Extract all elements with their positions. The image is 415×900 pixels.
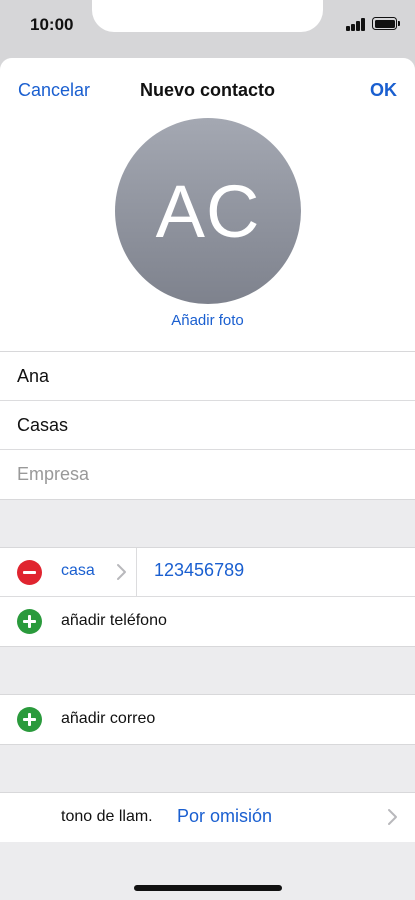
avatar-initials: AC: [155, 169, 261, 253]
avatar[interactable]: AC: [115, 118, 301, 304]
add-email-row[interactable]: añadir correo: [0, 695, 415, 744]
add-email-icon[interactable]: [17, 707, 42, 732]
add-phone-label[interactable]: añadir teléfono: [61, 612, 167, 630]
section-gap: [0, 499, 415, 548]
notch: [92, 0, 323, 32]
ringtone-section: tono de llam. Por omisión: [0, 793, 415, 842]
last-name-field[interactable]: Casas: [0, 401, 415, 450]
add-phone-icon[interactable]: [17, 609, 42, 634]
divider: [136, 548, 137, 597]
home-indicator[interactable]: [134, 885, 282, 891]
phone-label-selector[interactable]: casa: [61, 562, 95, 580]
ok-button[interactable]: OK: [370, 80, 397, 101]
first-name-field[interactable]: Ana: [0, 352, 415, 401]
cancel-button[interactable]: Cancelar: [18, 80, 90, 101]
company-placeholder: Empresa: [17, 464, 90, 484]
signal-icon: [346, 17, 366, 31]
status-time: 10:00: [30, 15, 74, 34]
add-phone-row[interactable]: añadir teléfono: [0, 597, 415, 646]
name-fields: Ana Casas Empresa: [0, 352, 415, 499]
add-photo-button[interactable]: Añadir foto: [0, 312, 415, 329]
chevron-right-icon: [388, 809, 397, 825]
last-name-value: Casas: [17, 414, 69, 435]
section-gap: [0, 744, 415, 793]
battery-icon: [372, 17, 400, 30]
phone-number-input[interactable]: 123456789: [154, 560, 244, 581]
ringtone-row[interactable]: tono de llam. Por omisión: [0, 793, 415, 842]
ringtone-value[interactable]: Por omisión: [177, 806, 272, 827]
phone-row: casa 123456789: [0, 548, 415, 597]
phone-section: casa 123456789 añadir teléfono: [0, 548, 415, 646]
section-gap: [0, 646, 415, 695]
company-field[interactable]: Empresa: [0, 450, 415, 499]
email-section: añadir correo: [0, 695, 415, 744]
add-email-label[interactable]: añadir correo: [61, 710, 155, 728]
ringtone-label: tono de llam.: [61, 808, 153, 825]
chevron-right-icon: [117, 564, 126, 580]
first-name-value: Ana: [17, 365, 50, 386]
remove-phone-button[interactable]: [17, 560, 42, 585]
contact-header: Cancelar Nuevo contacto OK AC Añadir fot…: [0, 58, 415, 352]
status-bar: 10:00: [0, 0, 415, 58]
new-contact-sheet: Cancelar Nuevo contacto OK AC Añadir fot…: [0, 58, 415, 900]
